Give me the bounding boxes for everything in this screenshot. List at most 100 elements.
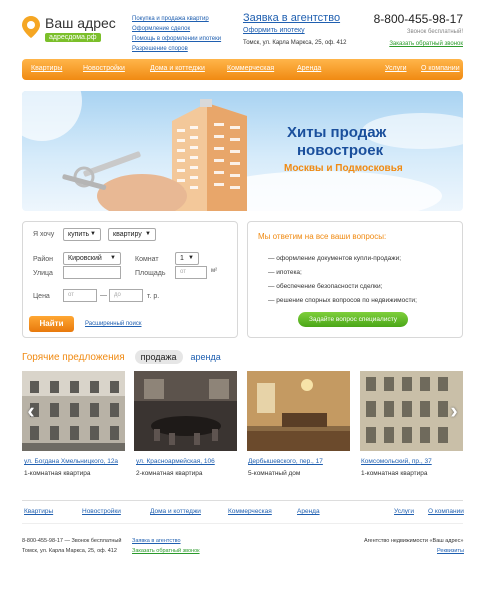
footer-request-link[interactable]: Заявка в агентство xyxy=(132,538,181,544)
search-form: Я хочу купить ▼ квартиру ▼ Район Кировский… xyxy=(22,221,238,338)
type-select-value: квартиру xyxy=(113,231,142,238)
footer-nav-new-buildings[interactable]: Новостройки xyxy=(82,508,121,515)
offer-photo-3[interactable] xyxy=(247,371,350,451)
street-input[interactable] xyxy=(63,266,121,279)
chevron-right-icon[interactable]: › xyxy=(447,400,461,422)
footer-divider xyxy=(22,500,463,501)
chevron-down-icon: ▼ xyxy=(145,231,151,237)
mortgage-link[interactable]: Оформить ипотеку xyxy=(243,27,347,34)
district-select-value: Кировский xyxy=(68,255,102,262)
offer-type-1: 1-комнатная квартира xyxy=(24,470,91,477)
nav-item-apartments[interactable]: Квартиры xyxy=(31,65,62,72)
chevron-down-icon: ▼ xyxy=(90,231,96,237)
want-label: Я хочу xyxy=(33,231,55,238)
nav-item-about[interactable]: О компании xyxy=(421,65,460,72)
promo-banner[interactable]: Хиты продаж новостроек Москвы и Подмоско… xyxy=(22,91,463,211)
footer-phone: 8-800-455-98-17 — Звонок бесплатный xyxy=(22,538,122,544)
top-link-deals[interactable]: Оформление сделок xyxy=(132,24,221,34)
footer-address: Томск, ул. Карла Маркса, 25, оф. 412 xyxy=(22,548,117,554)
request-link[interactable]: Заявка в агентство xyxy=(243,12,347,24)
price-unit: т. р. xyxy=(147,293,160,300)
banner-title: Хиты продаж новостроек xyxy=(287,124,386,160)
offer-address-3[interactable]: Дербышевского, пер., 17 xyxy=(248,458,323,465)
request-block: Заявка в агентство Оформить ипотеку Томс… xyxy=(243,12,347,46)
top-link-mortgage-help[interactable]: Помощь в оформлении ипотеки xyxy=(132,34,221,44)
nav-item-commercial[interactable]: Коммерческая xyxy=(227,65,274,72)
offer-address-4[interactable]: Комсомольский, пр., 37 xyxy=(361,458,432,465)
tab-sale[interactable]: продажа xyxy=(134,350,183,364)
price-label: Цена xyxy=(33,293,50,300)
keys-icon xyxy=(62,151,187,211)
main-nav: Квартиры Новостройки Дома и коттеджи Ком… xyxy=(22,59,463,80)
banner-title-line1: Хиты продаж xyxy=(287,124,387,141)
chevron-down-icon: ▼ xyxy=(188,255,194,261)
footer-requisites-link[interactable]: Реквизиты xyxy=(437,548,464,554)
faq-box: Мы ответим на все ваши вопросы: — оформл… xyxy=(247,221,463,338)
chevron-down-icon: ▼ xyxy=(110,255,116,261)
offers-gallery: ‹ › xyxy=(22,371,463,451)
want-select-value: купить xyxy=(68,231,90,238)
footer-nav-rent[interactable]: Аренда xyxy=(297,508,320,515)
tab-rent[interactable]: аренда xyxy=(191,352,221,362)
street-label: Улица xyxy=(33,270,53,277)
ask-specialist-button[interactable]: Задайте вопрос специалисту xyxy=(298,312,408,327)
logo[interactable]: Ваш адрес адресдома.рф xyxy=(22,14,116,44)
offer-photo-2[interactable] xyxy=(134,371,237,451)
nav-item-new-buildings[interactable]: Новостройки xyxy=(83,65,125,72)
location-pin-icon xyxy=(22,16,40,38)
price-from-input[interactable]: от xyxy=(63,289,97,302)
district-label: Район xyxy=(33,256,53,263)
advanced-search-link[interactable]: Расширенный поиск xyxy=(85,321,142,327)
hot-offers-title: Горячие предложения xyxy=(22,352,125,363)
faq-list: — оформление документов купли-продажи; —… xyxy=(268,252,417,308)
offer-address-1[interactable]: ул. Богдана Хмельницкого, 12а xyxy=(24,458,118,465)
offer-type-4: 1-комнатная квартира xyxy=(361,470,428,477)
list-item: — обеспечение безопасности сделки; xyxy=(268,283,383,290)
footer-nav-services[interactable]: Услуги xyxy=(394,508,414,515)
footer-nav-commercial[interactable]: Коммерческая xyxy=(228,508,272,515)
top-link-disputes[interactable]: Разрешение споров xyxy=(132,44,221,54)
rooms-label: Комнат xyxy=(135,256,159,263)
offer-address-2[interactable]: ул. Красноармейская, 106 xyxy=(136,458,215,465)
footer-callback-link[interactable]: Заказать обратный звонок xyxy=(132,548,200,554)
find-button[interactable]: Найти xyxy=(29,316,74,332)
area-unit: м² xyxy=(211,268,218,274)
free-call-note: Звонок бесплатный! xyxy=(406,29,463,35)
top-links: Покупка и продажа квартир Оформление сде… xyxy=(132,14,221,54)
offer-type-3: 5-комнатный дом xyxy=(248,470,301,477)
faq-title: Мы ответим на все ваши вопросы: xyxy=(258,232,387,241)
footer-nav-houses[interactable]: Дома и коттеджи xyxy=(150,508,201,515)
rooms-select[interactable]: 1 ▼ xyxy=(175,252,199,265)
phone-block: 8-800-455-98-17 Звонок бесплатный! Заказ… xyxy=(374,12,463,47)
hot-offers-header: Горячие предложения продажа аренда xyxy=(22,350,221,364)
banner-subtitle: Москвы и Подмосковья xyxy=(284,163,403,174)
logo-domain: адресдома.рф xyxy=(45,33,101,42)
price-to-input[interactable]: до xyxy=(109,289,143,302)
list-item: — ипотека; xyxy=(268,269,302,276)
want-select[interactable]: купить ▼ xyxy=(63,228,101,241)
footer-nav-apartments[interactable]: Квартиры xyxy=(24,508,53,515)
footer-nav-about[interactable]: О компании xyxy=(428,508,464,515)
top-link-buy-sell[interactable]: Покупка и продажа квартир xyxy=(132,14,221,24)
callback-link[interactable]: Заказать обратный звонок xyxy=(374,41,463,47)
logo-title: Ваш адрес xyxy=(45,15,116,31)
district-select[interactable]: Кировский ▼ xyxy=(63,252,121,265)
area-input[interactable]: от xyxy=(175,266,207,279)
banner-illustration xyxy=(22,91,463,211)
rooms-select-value: 1 xyxy=(180,255,184,262)
list-item: — решение спорных вопросов по недвижимос… xyxy=(268,297,417,304)
header-phone: 8-800-455-98-17 xyxy=(373,12,463,26)
price-dash: — xyxy=(100,292,107,299)
footer-agency: Агентство недвижимости «Ваш адрес» xyxy=(364,538,464,544)
nav-item-services[interactable]: Услуги xyxy=(385,65,407,72)
property-type-select[interactable]: квартиру ▼ xyxy=(108,228,156,241)
offer-type-2: 2-комнатная квартира xyxy=(136,470,203,477)
nav-item-houses[interactable]: Дома и коттеджи xyxy=(150,65,205,72)
header-address: Томск, ул. Карла Маркса, 25, оф. 412 xyxy=(243,40,347,46)
chevron-left-icon[interactable]: ‹ xyxy=(24,400,38,422)
nav-item-rent[interactable]: Аренда xyxy=(297,65,321,72)
footer-divider-secondary xyxy=(22,523,463,524)
list-item: — оформление документов купли-продажи; xyxy=(268,255,402,262)
banner-title-line2: новостроек xyxy=(297,142,384,159)
area-label: Площадь xyxy=(135,270,166,277)
